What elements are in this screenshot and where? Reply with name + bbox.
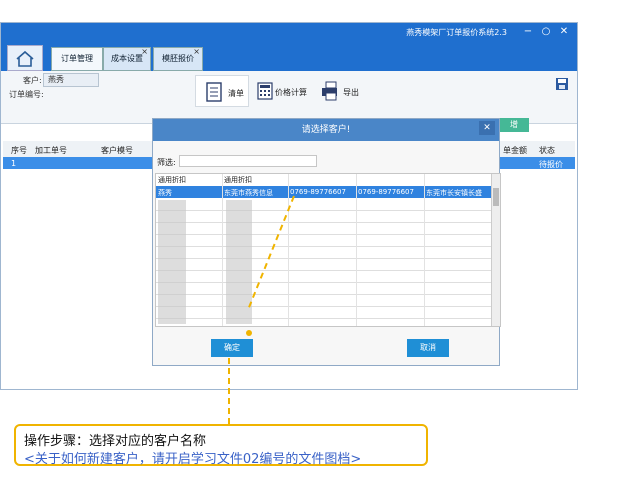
row-divider [156, 222, 492, 223]
select-customer-dialog: 请选择客户! ✕ 筛选: 通用折扣 通用折扣 燕秀 东莞市燕秀信息 0769-8… [152, 118, 501, 366]
blurred-names [158, 200, 186, 324]
instruction-hint: <关于如何新建客户，请开启学习文件02编号的文件图档> [24, 452, 362, 467]
toolbar: 客户: 燕秀 订单编号: 清单 价格计算 导出 [1, 71, 577, 124]
order-number-label: 订单编号: [9, 90, 44, 99]
column-divider [424, 174, 425, 326]
column-header: 状态 [539, 146, 555, 155]
column-header: 通用折扣 [224, 176, 252, 184]
column-divider [222, 174, 223, 326]
save-icon[interactable] [555, 77, 569, 91]
row-index: 1 [11, 159, 17, 168]
column-header: 序号 [11, 146, 27, 155]
tab-close-icon[interactable]: × [141, 41, 148, 63]
column-header: 加工单号 [35, 146, 67, 155]
row-divider [156, 294, 492, 295]
customer-list: 通用折扣 通用折扣 燕秀 东莞市燕秀信息 0769-89776607 0769-… [155, 173, 501, 327]
instruction-step: 操作步骤：选择对应的客户名称 [24, 434, 207, 449]
list-header: 通用折扣 通用折扣 [156, 174, 496, 185]
list-icon [206, 82, 222, 102]
title-bar: 燕秀模架厂订单报价系统2.3 − ○ ✕ [1, 23, 577, 43]
customer-company: 东莞市燕秀信息 [224, 189, 273, 197]
close-icon[interactable]: ✕ [557, 26, 571, 38]
column-header: 单金额 [503, 146, 527, 155]
home-icon [16, 50, 34, 67]
scroll-thumb[interactable] [493, 188, 499, 206]
action-button[interactable]: 增 [499, 118, 529, 132]
price-calc-label: 价格计算 [275, 88, 307, 97]
list-scrollbar[interactable] [491, 174, 500, 326]
list-label: 清单 [228, 89, 244, 98]
column-header: 通用折扣 [158, 176, 186, 184]
customer-label: 客户: [23, 76, 42, 85]
row-divider [156, 306, 492, 307]
tab-label: 订单管理 [61, 54, 93, 63]
tab-order-management[interactable]: 订单管理 [51, 47, 103, 71]
customer-address: 东莞市长安镇长盛 [426, 189, 482, 197]
customer-field[interactable]: 燕秀 [43, 73, 99, 87]
dialog-title: 请选择客户! [153, 119, 499, 141]
window-title: 燕秀模架厂订单报价系统2.3 [406, 28, 507, 37]
row-divider [156, 234, 492, 235]
selected-customer-row[interactable]: 燕秀 东莞市燕秀信息 0769-89776607 0769-89776607 东… [156, 186, 492, 198]
tab-label: 模胚报价 [162, 54, 194, 63]
customer-fax: 0769-89776607 [358, 188, 414, 196]
customer-name: 燕秀 [158, 189, 172, 197]
column-header: 客户模号 [101, 146, 133, 155]
tab-cost-settings[interactable]: 成本设置 × [103, 47, 151, 71]
export-label: 导出 [343, 88, 359, 97]
filter-label: 筛选: [157, 158, 176, 167]
row-status: 待报价 [539, 160, 563, 169]
column-divider [288, 174, 289, 326]
dialog-close-button[interactable]: ✕ [479, 121, 495, 135]
minimize-icon[interactable]: − [521, 26, 535, 38]
customer-value: 燕秀 [48, 75, 64, 84]
calculator-icon [257, 82, 273, 100]
row-divider [156, 246, 492, 247]
tab-bar: 订单管理 成本设置 × 模胚报价 × [1, 43, 577, 71]
row-divider [156, 270, 492, 271]
row-divider [156, 282, 492, 283]
home-button[interactable] [7, 45, 43, 71]
column-divider [356, 174, 357, 326]
ok-button[interactable]: 确定 [211, 339, 253, 357]
export-button[interactable]: 导出 [317, 75, 365, 107]
row-divider [156, 318, 492, 319]
restore-icon[interactable]: ○ [539, 26, 553, 38]
tab-close-icon[interactable]: × [193, 41, 200, 63]
row-divider [156, 258, 492, 259]
annotation-line [228, 358, 230, 424]
tab-label: 成本设置 [111, 54, 143, 63]
printer-icon [322, 81, 337, 101]
row-divider [156, 210, 492, 211]
customer-phone: 0769-89776607 [290, 188, 346, 196]
filter-input[interactable] [179, 155, 317, 167]
price-calc-button[interactable]: 价格计算 [251, 75, 315, 107]
tab-mold-quote[interactable]: 模胚报价 × [153, 47, 203, 71]
list-button[interactable]: 清单 [195, 75, 249, 107]
instruction-note: 操作步骤：选择对应的客户名称 <关于如何新建客户，请开启学习文件02编号的文件图… [14, 424, 428, 467]
cancel-button[interactable]: 取消 [407, 339, 449, 357]
annotation-dot [246, 330, 252, 336]
